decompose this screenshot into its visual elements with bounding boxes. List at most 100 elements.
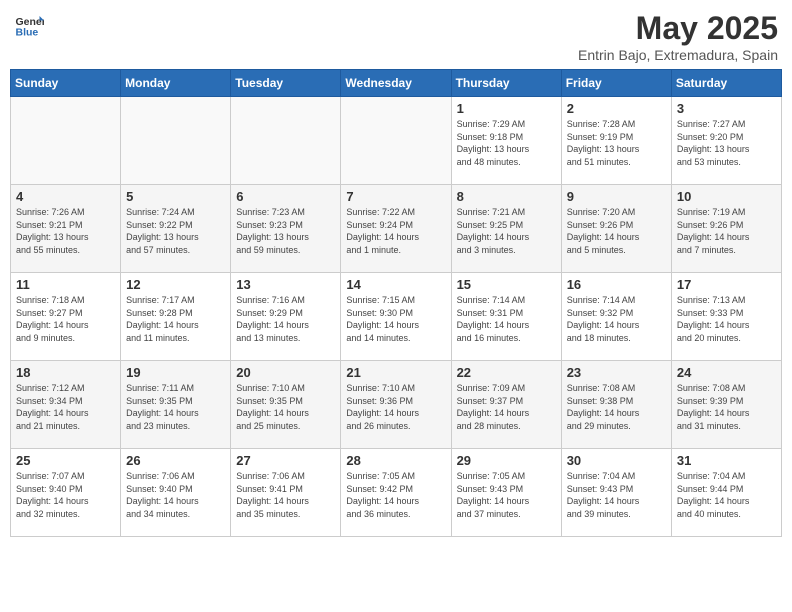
header-thursday: Thursday (451, 70, 561, 97)
week-row-4: 18Sunrise: 7:12 AM Sunset: 9:34 PM Dayli… (11, 361, 782, 449)
day-info: Sunrise: 7:10 AM Sunset: 9:36 PM Dayligh… (346, 382, 445, 432)
day-info: Sunrise: 7:05 AM Sunset: 9:43 PM Dayligh… (457, 470, 556, 520)
table-row: 5 Sunrise: 7:24 AM Sunset: 9:22 PM Daylig… (121, 185, 231, 273)
day-info: Sunrise: 7:04 AM Sunset: 9:44 PM Dayligh… (677, 470, 776, 520)
table-row: 10 Sunrise: 7:19 AM Sunset: 9:26 PM Dayli… (671, 185, 781, 273)
table-row: 12Sunrise: 7:17 AM Sunset: 9:28 PM Dayli… (121, 273, 231, 361)
header-saturday: Saturday (671, 70, 781, 97)
table-row: 24 Sunrise: 7:08 AM Sunset: 9:39 PM Dayli… (671, 361, 781, 449)
svg-text:Blue: Blue (16, 27, 39, 39)
day-info: Sunrise: 7:29 AM Sunset: 9:18 PM Dayligh… (457, 118, 556, 168)
table-row (341, 97, 451, 185)
logo-icon: General Blue (14, 10, 44, 40)
day-number: 11 (16, 277, 115, 292)
table-row: 17Sunrise: 7:13 AM Sunset: 9:33 PM Dayli… (671, 273, 781, 361)
calendar-table: Sunday Monday Tuesday Wednesday Thursday… (10, 69, 782, 537)
day-number: 30 (567, 453, 666, 468)
table-row: 28Sunrise: 7:05 AM Sunset: 9:42 PM Dayli… (341, 449, 451, 537)
day-number: 5 (126, 189, 225, 204)
table-row: 19 Sunrise: 7:11 AM Sunset: 9:35 PM Dayli… (121, 361, 231, 449)
day-info: Sunrise: 7:22 AM Sunset: 9:24 PM Dayligh… (346, 206, 445, 256)
day-number: 24 (677, 365, 776, 380)
day-info: Sunrise: 7:17 AM Sunset: 9:28 PM Dayligh… (126, 294, 225, 344)
day-number: 2 (567, 101, 666, 116)
calendar-title: May 2025 (578, 10, 778, 47)
table-row: 11 Sunrise: 7:18 AM Sunset: 9:27 PM Dayli… (11, 273, 121, 361)
day-info: Sunrise: 7:14 AM Sunset: 9:32 PM Dayligh… (567, 294, 666, 344)
weekday-header-row: Sunday Monday Tuesday Wednesday Thursday… (11, 70, 782, 97)
day-number: 7 (346, 189, 445, 204)
table-row: 6Sunrise: 7:23 AM Sunset: 9:23 PM Daylig… (231, 185, 341, 273)
week-row-5: 25Sunrise: 7:07 AM Sunset: 9:40 PM Dayli… (11, 449, 782, 537)
table-row: 22 Sunrise: 7:09 AM Sunset: 9:37 PM Dayli… (451, 361, 561, 449)
table-row (121, 97, 231, 185)
title-area: May 2025 Entrin Bajo, Extremadura, Spain (578, 10, 778, 63)
day-info: Sunrise: 7:09 AM Sunset: 9:37 PM Dayligh… (457, 382, 556, 432)
table-row: 4 Sunrise: 7:26 AM Sunset: 9:21 PM Daylig… (11, 185, 121, 273)
day-info: Sunrise: 7:19 AM Sunset: 9:26 PM Dayligh… (677, 206, 776, 256)
table-row: 15Sunrise: 7:14 AM Sunset: 9:31 PM Dayli… (451, 273, 561, 361)
table-row: 31 Sunrise: 7:04 AM Sunset: 9:44 PM Dayli… (671, 449, 781, 537)
day-info: Sunrise: 7:21 AM Sunset: 9:25 PM Dayligh… (457, 206, 556, 256)
table-row: 2 Sunrise: 7:28 AM Sunset: 9:19 PM Daylig… (561, 97, 671, 185)
day-info: Sunrise: 7:28 AM Sunset: 9:19 PM Dayligh… (567, 118, 666, 168)
day-number: 16 (567, 277, 666, 292)
table-row: 13Sunrise: 7:16 AM Sunset: 9:29 PM Dayli… (231, 273, 341, 361)
day-number: 21 (346, 365, 445, 380)
day-number: 13 (236, 277, 335, 292)
day-info: Sunrise: 7:11 AM Sunset: 9:35 PM Dayligh… (126, 382, 225, 432)
day-number: 26 (126, 453, 225, 468)
day-info: Sunrise: 7:24 AM Sunset: 9:22 PM Dayligh… (126, 206, 225, 256)
table-row: 8Sunrise: 7:21 AM Sunset: 9:25 PM Daylig… (451, 185, 561, 273)
day-info: Sunrise: 7:13 AM Sunset: 9:33 PM Dayligh… (677, 294, 776, 344)
day-info: Sunrise: 7:26 AM Sunset: 9:21 PM Dayligh… (16, 206, 115, 256)
day-info: Sunrise: 7:06 AM Sunset: 9:41 PM Dayligh… (236, 470, 335, 520)
week-row-2: 4 Sunrise: 7:26 AM Sunset: 9:21 PM Daylig… (11, 185, 782, 273)
header-sunday: Sunday (11, 70, 121, 97)
table-row: 27 Sunrise: 7:06 AM Sunset: 9:41 PM Dayli… (231, 449, 341, 537)
day-info: Sunrise: 7:12 AM Sunset: 9:34 PM Dayligh… (16, 382, 115, 432)
table-row: 26 Sunrise: 7:06 AM Sunset: 9:40 PM Dayli… (121, 449, 231, 537)
day-info: Sunrise: 7:04 AM Sunset: 9:43 PM Dayligh… (567, 470, 666, 520)
day-number: 10 (677, 189, 776, 204)
day-number: 14 (346, 277, 445, 292)
day-number: 27 (236, 453, 335, 468)
header-friday: Friday (561, 70, 671, 97)
day-number: 9 (567, 189, 666, 204)
day-info: Sunrise: 7:18 AM Sunset: 9:27 PM Dayligh… (16, 294, 115, 344)
table-row: 30 Sunrise: 7:04 AM Sunset: 9:43 PM Dayli… (561, 449, 671, 537)
table-row: 21 Sunrise: 7:10 AM Sunset: 9:36 PM Dayli… (341, 361, 451, 449)
day-number: 1 (457, 101, 556, 116)
day-number: 19 (126, 365, 225, 380)
table-row: 18Sunrise: 7:12 AM Sunset: 9:34 PM Dayli… (11, 361, 121, 449)
day-number: 25 (16, 453, 115, 468)
day-info: Sunrise: 7:05 AM Sunset: 9:42 PM Dayligh… (346, 470, 445, 520)
header-wednesday: Wednesday (341, 70, 451, 97)
header: General Blue May 2025 Entrin Bajo, Extre… (10, 10, 782, 63)
day-info: Sunrise: 7:08 AM Sunset: 9:39 PM Dayligh… (677, 382, 776, 432)
table-row: 1 Sunrise: 7:29 AM Sunset: 9:18 PM Daylig… (451, 97, 561, 185)
calendar-subtitle: Entrin Bajo, Extremadura, Spain (578, 47, 778, 63)
day-number: 6 (236, 189, 335, 204)
table-row: 9 Sunrise: 7:20 AM Sunset: 9:26 PM Daylig… (561, 185, 671, 273)
header-tuesday: Tuesday (231, 70, 341, 97)
day-info: Sunrise: 7:10 AM Sunset: 9:35 PM Dayligh… (236, 382, 335, 432)
week-row-1: 1 Sunrise: 7:29 AM Sunset: 9:18 PM Daylig… (11, 97, 782, 185)
day-info: Sunrise: 7:20 AM Sunset: 9:26 PM Dayligh… (567, 206, 666, 256)
day-number: 31 (677, 453, 776, 468)
day-info: Sunrise: 7:15 AM Sunset: 9:30 PM Dayligh… (346, 294, 445, 344)
table-row (11, 97, 121, 185)
day-number: 3 (677, 101, 776, 116)
table-row: 7 Sunrise: 7:22 AM Sunset: 9:24 PM Daylig… (341, 185, 451, 273)
logo: General Blue (14, 10, 44, 40)
table-row: 23Sunrise: 7:08 AM Sunset: 9:38 PM Dayli… (561, 361, 671, 449)
day-number: 20 (236, 365, 335, 380)
day-info: Sunrise: 7:27 AM Sunset: 9:20 PM Dayligh… (677, 118, 776, 168)
day-number: 22 (457, 365, 556, 380)
table-row: 20 Sunrise: 7:10 AM Sunset: 9:35 PM Dayli… (231, 361, 341, 449)
day-info: Sunrise: 7:08 AM Sunset: 9:38 PM Dayligh… (567, 382, 666, 432)
day-number: 4 (16, 189, 115, 204)
table-row (231, 97, 341, 185)
table-row: 29Sunrise: 7:05 AM Sunset: 9:43 PM Dayli… (451, 449, 561, 537)
day-info: Sunrise: 7:06 AM Sunset: 9:40 PM Dayligh… (126, 470, 225, 520)
